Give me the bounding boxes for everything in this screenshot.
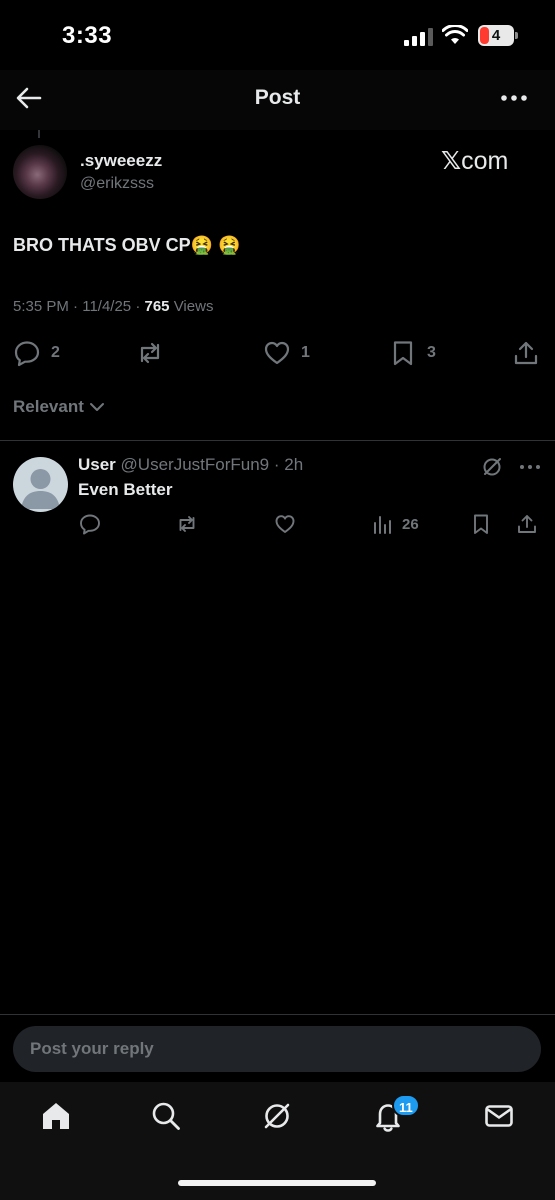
reply-share-button[interactable] — [516, 511, 538, 537]
repost-button[interactable] — [136, 336, 174, 370]
reply-views-button[interactable]: 26 — [372, 511, 419, 537]
reply-views-count: 26 — [402, 515, 419, 533]
post-views-count[interactable]: 765 — [145, 298, 170, 315]
reply-like-button[interactable] — [274, 511, 296, 537]
share-button[interactable] — [512, 336, 540, 370]
author-display-name[interactable]: .syweeezz — [80, 151, 162, 171]
post-meta: 5:35 PM · 11/4/25 · 765 Views — [13, 298, 214, 315]
reply-tools — [480, 455, 542, 479]
like-button[interactable]: 1 — [263, 336, 310, 370]
reply-reply-button[interactable] — [79, 511, 101, 537]
reply-icon — [14, 341, 40, 367]
more-dots-icon[interactable] — [498, 85, 530, 111]
grok-icon[interactable] — [480, 455, 504, 479]
battery-icon: 4 — [478, 25, 518, 46]
composer-divider — [0, 1014, 555, 1015]
more-dots-icon[interactable] — [518, 455, 542, 479]
sort-label: Relevant — [13, 397, 84, 416]
post-text: BRO THATS OBV CP🤮 🤮 — [13, 235, 241, 256]
sort-dropdown[interactable]: Relevant — [13, 397, 106, 417]
post-text-content: BRO THATS OBV CP — [13, 235, 191, 255]
repost-icon — [140, 342, 160, 364]
share-icon — [514, 341, 538, 365]
author-avatar[interactable] — [13, 145, 67, 199]
analytics-icon — [374, 516, 391, 534]
heart-icon — [275, 515, 295, 533]
status-bar: 3:33 4 — [0, 0, 555, 70]
x-logo-icon: 𝕏 — [441, 146, 462, 175]
bookmark-count: 3 — [427, 344, 436, 361]
share-icon — [518, 515, 536, 533]
reply-author-name[interactable]: User — [78, 455, 116, 474]
reply-input[interactable] — [30, 1039, 524, 1059]
thread-line — [38, 130, 40, 138]
bookmark-icon — [474, 514, 488, 534]
status-time: 3:33 — [62, 22, 113, 49]
reply-button[interactable]: 2 — [13, 336, 60, 370]
like-count: 1 — [301, 344, 310, 361]
chevron-down-icon — [89, 403, 104, 411]
reply-repost-button[interactable] — [176, 511, 198, 537]
repost-icon — [179, 516, 195, 532]
reply-author-handle[interactable]: @UserJustForFun9 — [121, 455, 270, 474]
page-title: Post — [254, 86, 301, 109]
post-date: 11/4/25 — [82, 298, 132, 315]
post-actions: 2 1 3 — [0, 336, 555, 370]
cellular-signal-icon — [404, 28, 433, 46]
reply-avatar[interactable] — [13, 457, 68, 512]
messages-icon[interactable] — [482, 1099, 516, 1133]
home-indicator — [178, 1180, 376, 1186]
reply-count: 2 — [51, 344, 60, 361]
notification-badge: 11 — [392, 1094, 420, 1117]
reply-actions: 26 — [0, 511, 555, 537]
reply-text: Even Better — [78, 480, 173, 499]
bookmark-button[interactable]: 3 — [389, 336, 436, 370]
heart-icon — [264, 341, 290, 365]
search-icon[interactable] — [149, 1099, 183, 1133]
post-time: 5:35 PM — [13, 298, 69, 315]
post-emoji: 🤮 🤮 — [190, 235, 241, 255]
battery-level: 4 — [491, 27, 501, 44]
x-com-watermark: 𝕏com — [441, 146, 508, 176]
reply-header: User @UserJustForFun9 · 2h — [78, 455, 304, 474]
top-navbar: Post — [0, 70, 555, 130]
home-icon[interactable] — [39, 1099, 73, 1133]
reply-icon — [80, 514, 100, 535]
watermark-text: com — [461, 147, 509, 175]
grok-icon[interactable] — [260, 1099, 294, 1133]
post-views-label[interactable]: Views — [174, 298, 214, 315]
reply-bookmark-button[interactable] — [470, 511, 492, 537]
author-handle[interactable]: @erikzsss — [80, 175, 154, 193]
divider — [0, 440, 555, 441]
wifi-icon — [442, 25, 468, 44]
reply-time: 2h — [284, 455, 304, 474]
bookmark-icon — [393, 341, 413, 366]
reply-composer[interactable] — [13, 1026, 541, 1072]
default-avatar-icon — [21, 469, 60, 509]
